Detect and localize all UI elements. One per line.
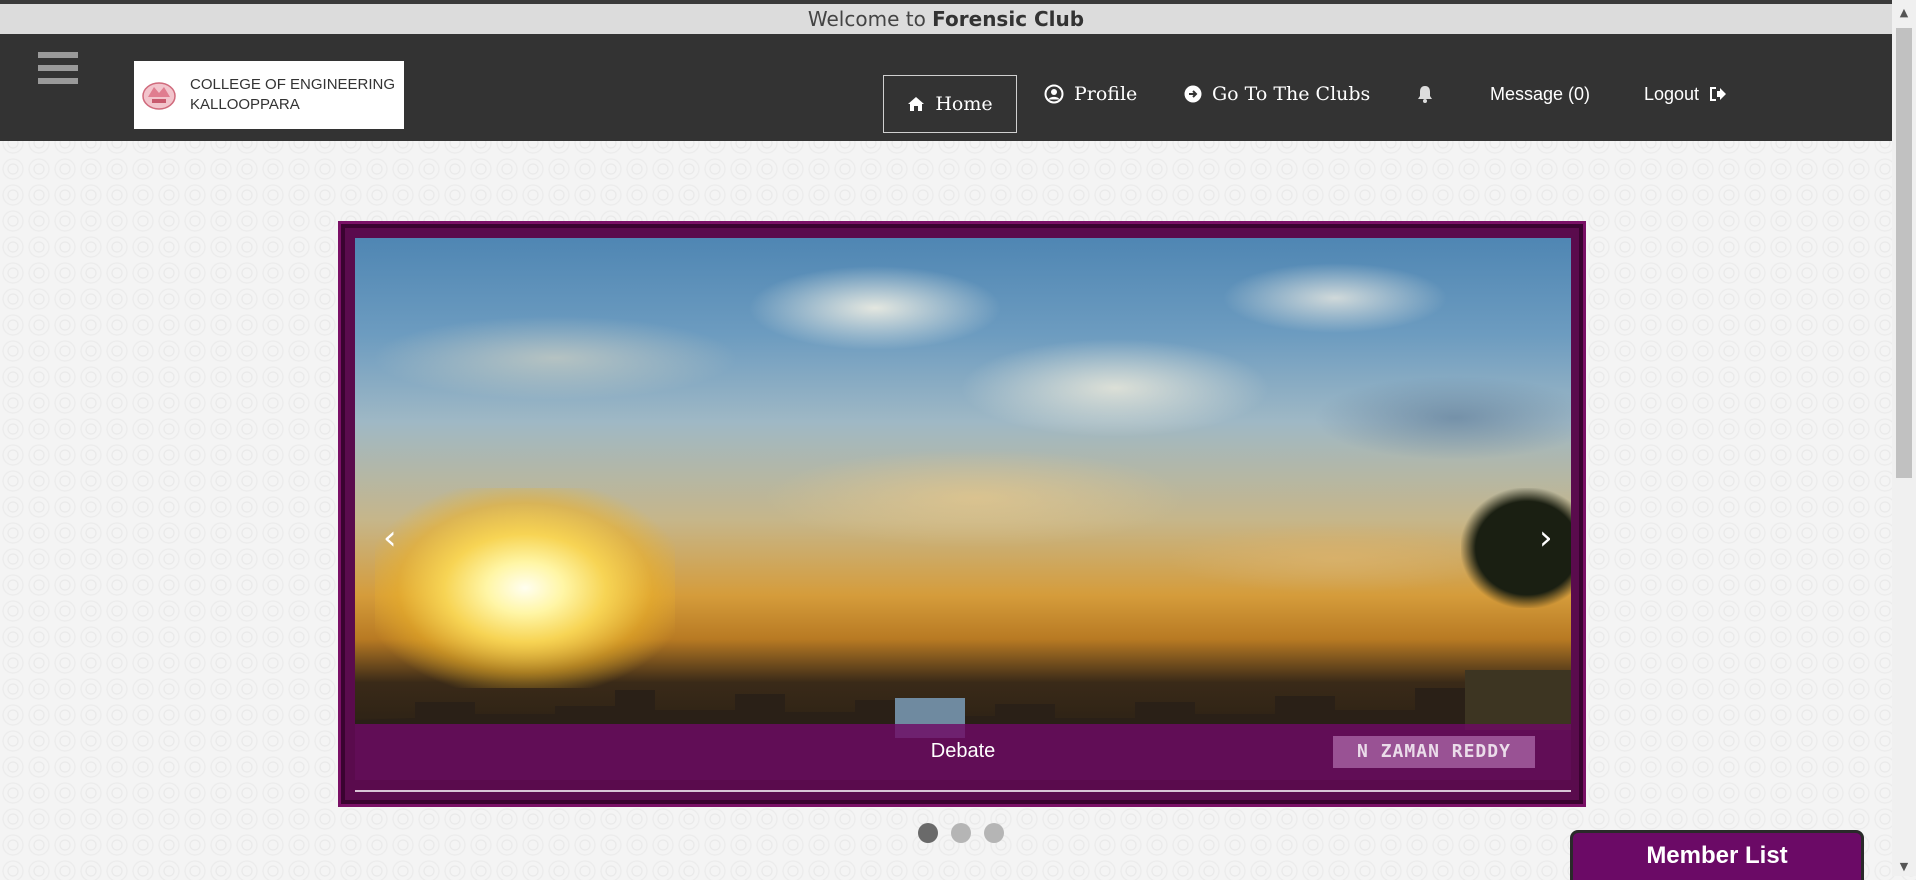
slide-caption-bar: Debate N ZAMAN REDDY: [355, 724, 1571, 780]
carousel-prev-arrow[interactable]: ‹: [383, 518, 397, 558]
carousel-slide-image: ‹ ›: [355, 238, 1571, 780]
user-circle-icon: [1044, 84, 1064, 104]
logo-text: COLLEGE OF ENGINEERING KALLOOPPARA: [190, 75, 395, 115]
arrow-circle-right-icon: [1184, 85, 1202, 103]
bell-icon[interactable]: [1415, 84, 1435, 108]
nav-logout-link[interactable]: Logout: [1644, 80, 1727, 108]
logo-line-2: KALLOOPPARA: [190, 96, 300, 113]
nav-message-link[interactable]: Message (0): [1490, 80, 1590, 108]
sign-out-icon: [1709, 86, 1727, 102]
carousel-dot-1[interactable]: [918, 823, 938, 843]
nav-message-label: Message (0): [1490, 84, 1591, 104]
nav-profile-label: Profile: [1074, 83, 1138, 105]
page-scrollbar[interactable]: ▲ ▼: [1892, 0, 1916, 876]
carousel-indicators: [918, 823, 1017, 843]
carousel-next-arrow[interactable]: ›: [1539, 518, 1553, 558]
nav-clubs-label: Go To The Clubs: [1212, 83, 1371, 105]
club-name: Forensic Club: [932, 7, 1085, 31]
navbar: COLLEGE OF ENGINEERING KALLOOPPARA Home …: [0, 34, 1892, 141]
photo-watermark: N ZAMAN REDDY: [1333, 736, 1535, 768]
menu-hamburger-icon[interactable]: [38, 52, 78, 88]
carousel-dot-3[interactable]: [984, 823, 1004, 843]
welcome-banner: Welcome to Forensic Club: [0, 4, 1892, 34]
nav-clubs-link[interactable]: Go To The Clubs: [1184, 80, 1370, 108]
slide-underline: [355, 790, 1571, 792]
home-icon: [907, 96, 925, 112]
college-seal-icon: [142, 82, 176, 110]
nav-logout-label: Logout: [1644, 84, 1700, 104]
nav-profile-link[interactable]: Profile: [1044, 80, 1137, 108]
nav-home-label: Home: [935, 93, 993, 115]
carousel-dot-2[interactable]: [951, 823, 971, 843]
college-logo[interactable]: COLLEGE OF ENGINEERING KALLOOPPARA: [134, 61, 404, 129]
logo-line-1: COLLEGE OF ENGINEERING: [190, 76, 396, 93]
scroll-up-arrow-icon[interactable]: ▲: [1892, 4, 1916, 22]
welcome-prefix: Welcome to: [807, 7, 926, 31]
scroll-thumb[interactable]: [1896, 28, 1912, 478]
scroll-down-arrow-icon[interactable]: ▼: [1892, 858, 1916, 876]
slide-tree: [1461, 488, 1571, 608]
carousel: ‹ › Debate N ZAMAN REDDY: [338, 221, 1586, 807]
member-list-button[interactable]: Member List: [1570, 830, 1864, 880]
nav-home-button[interactable]: Home: [883, 75, 1017, 133]
